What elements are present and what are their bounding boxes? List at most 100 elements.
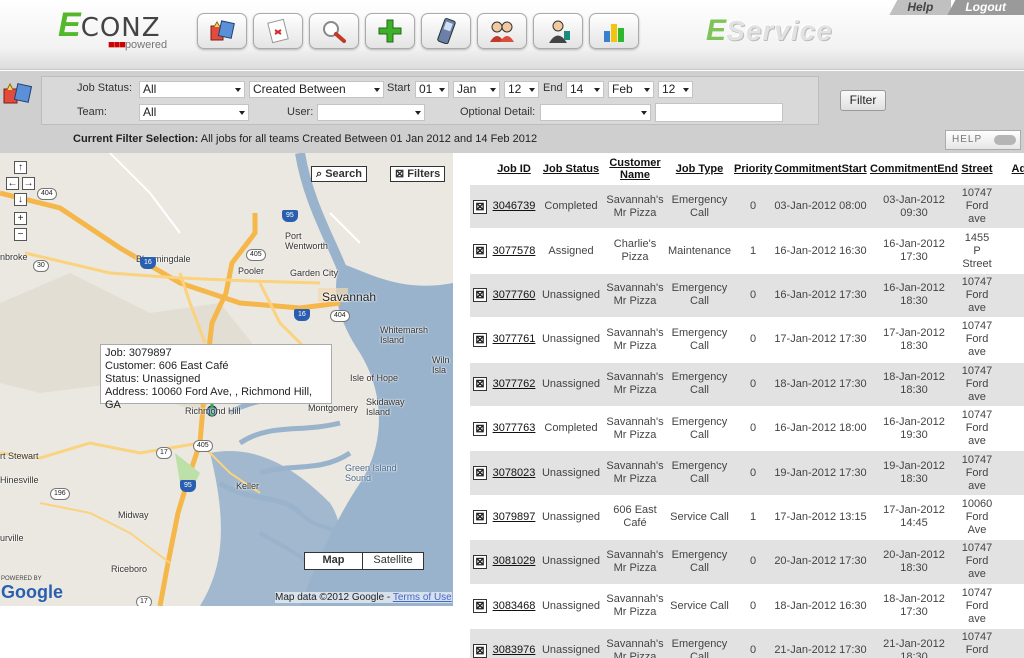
expand-icon[interactable]: ⊠ <box>473 599 487 614</box>
row-select-cell[interactable]: ⊠ <box>470 584 490 629</box>
add-job-button[interactable] <box>365 13 415 49</box>
table-row[interactable]: ⊠ 3079897 Unassigned 606 East Café Service C… <box>470 495 1024 541</box>
table-row[interactable]: ⊠ 3046739 Completed Savannah's Mr Pizza Emer… <box>470 185 1024 230</box>
help-toggle-button[interactable]: HELP <box>945 130 1021 150</box>
zoom-in-button[interactable]: + <box>14 212 27 225</box>
pan-down-button[interactable]: ↓ <box>14 193 27 206</box>
job-id-link[interactable]: 3046739 <box>490 185 538 230</box>
user-button[interactable] <box>533 13 583 49</box>
col-header[interactable]: Priority <box>733 153 773 185</box>
help-link[interactable]: Help <box>889 0 952 15</box>
expand-icon[interactable]: ⊠ <box>473 288 487 303</box>
expand-icon[interactable]: ⊠ <box>473 643 487 658</box>
end-month-select[interactable]: Feb <box>608 81 654 98</box>
col-header[interactable]: CommitmentStart <box>773 153 868 185</box>
col-header[interactable]: Street <box>960 153 994 185</box>
jobs-button[interactable] <box>253 13 303 49</box>
table-row[interactable]: ⊠ 3077578 Assigned Charlie's Pizza Maintenan… <box>470 229 1024 274</box>
table-row[interactable]: ⊠ 3077763 Completed Savannah's Mr Pizza Emer… <box>470 406 1024 452</box>
search-button[interactable] <box>309 13 359 49</box>
cell-priority: 1 <box>733 229 773 274</box>
team-label: Team: <box>77 106 107 118</box>
job-id-link[interactable]: 3077760 <box>490 273 538 319</box>
row-select-cell[interactable]: ⊠ <box>470 362 490 407</box>
job-id-link[interactable]: 3077762 <box>490 362 538 407</box>
job-id-link[interactable]: 3077763 <box>490 406 538 452</box>
dispatch-button[interactable] <box>197 13 247 49</box>
col-header[interactable]: Job Status <box>538 153 604 185</box>
mobile-icon <box>437 18 456 44</box>
expand-icon[interactable]: ⊠ <box>473 244 487 259</box>
start-year-select[interactable]: 12 <box>504 81 539 98</box>
map-type-map-button[interactable]: Map <box>305 553 363 569</box>
start-day-select[interactable]: 01 <box>415 81 449 98</box>
date-mode-select[interactable]: Created Between <box>249 81 384 98</box>
route-shield: 405 <box>193 440 213 452</box>
cell-addr2: #7 <box>994 451 1024 496</box>
map-type-satellite-button[interactable]: Satellite <box>363 553 423 569</box>
job-id-link[interactable]: 3083976 <box>490 628 538 658</box>
table-row[interactable]: ⊠ 3077761 Unassigned Savannah's Mr Pizza Eme… <box>470 318 1024 363</box>
pan-up-button[interactable]: ↑ <box>14 161 27 174</box>
expand-icon[interactable]: ⊠ <box>473 332 487 347</box>
reports-button[interactable] <box>589 13 639 49</box>
expand-icon[interactable]: ⊠ <box>473 199 487 214</box>
pan-left-button[interactable]: ← <box>6 177 19 190</box>
col-header[interactable]: CommitmentEnd <box>868 153 960 185</box>
team-button[interactable] <box>477 13 527 49</box>
job-id-link[interactable]: 3077578 <box>490 229 538 274</box>
row-select-cell[interactable]: ⊠ <box>470 185 490 230</box>
table-row[interactable]: ⊠ 3083468 Unassigned Savannah's Mr Pizza Ser… <box>470 584 1024 629</box>
map-filters-button[interactable]: ⊠ Filters <box>390 166 446 182</box>
job-status-select[interactable]: All <box>139 81 245 98</box>
pan-right-button[interactable]: → <box>22 177 35 190</box>
job-id-link[interactable]: 3077761 <box>490 318 538 363</box>
row-select-cell[interactable]: ⊠ <box>470 229 490 274</box>
expand-icon[interactable]: ⊠ <box>473 466 487 481</box>
cell-status: Completed <box>538 185 604 230</box>
optional-detail-input[interactable] <box>655 103 783 122</box>
start-month-select[interactable]: Jan <box>453 81 500 98</box>
add-icon <box>378 19 402 43</box>
table-row[interactable]: ⊠ 3077762 Unassigned Savannah's Mr Pizza Eme… <box>470 362 1024 407</box>
job-id-link[interactable]: 3083468 <box>490 584 538 629</box>
zoom-out-button[interactable]: − <box>14 228 27 241</box>
filter-button[interactable]: Filter <box>840 90 886 111</box>
table-row[interactable]: ⊠ 3077760 Unassigned Savannah's Mr Pizza Eme… <box>470 273 1024 319</box>
optional-detail-select[interactable] <box>540 104 651 121</box>
mobile-button[interactable] <box>421 13 471 49</box>
expand-icon[interactable]: ⊠ <box>473 421 487 436</box>
row-select-cell[interactable]: ⊠ <box>470 406 490 452</box>
logout-link[interactable]: Logout <box>947 0 1024 15</box>
jobs-map[interactable]: Savannah Port Wentworth Bloomingdale Poo… <box>0 153 453 606</box>
team-select[interactable]: All <box>139 104 249 121</box>
row-select-cell[interactable]: ⊠ <box>470 628 490 658</box>
job-id-link[interactable]: 3079897 <box>490 495 538 541</box>
expand-icon[interactable]: ⊠ <box>473 377 487 392</box>
user-select[interactable] <box>317 104 425 121</box>
jobs-icon <box>267 18 289 44</box>
row-select-cell[interactable]: ⊠ <box>470 451 490 496</box>
cell-type: Emergency Call <box>666 273 733 319</box>
col-header[interactable]: Addre 2 <box>994 153 1024 185</box>
job-id-link[interactable]: 3078023 <box>490 451 538 496</box>
row-select-cell[interactable]: ⊠ <box>470 540 490 585</box>
col-header[interactable]: Job Type <box>666 153 733 185</box>
row-select-cell[interactable]: ⊠ <box>470 318 490 363</box>
end-year-select[interactable]: 12 <box>658 81 693 98</box>
col-header[interactable]: Customer Name <box>604 153 666 185</box>
expand-icon[interactable]: ⊠ <box>473 554 487 569</box>
end-day-select[interactable]: 14 <box>566 81 604 98</box>
terms-of-use-link[interactable]: Terms of Use <box>393 592 452 603</box>
row-select-cell[interactable]: ⊠ <box>470 273 490 319</box>
map-search-button[interactable]: ⌕ Search <box>311 166 367 182</box>
job-id-link[interactable]: 3081029 <box>490 540 538 585</box>
col-header[interactable]: Job ID <box>490 153 538 185</box>
table-row[interactable]: ⊠ 3083976 Unassigned Savannah's Mr Pizza Eme… <box>470 628 1024 658</box>
table-row[interactable]: ⊠ 3078023 Unassigned Savannah's Mr Pizza Eme… <box>470 451 1024 496</box>
table-row[interactable]: ⊠ 3081029 Unassigned Savannah's Mr Pizza Eme… <box>470 540 1024 585</box>
row-select-cell[interactable]: ⊠ <box>470 495 490 541</box>
expand-icon[interactable]: ⊠ <box>473 510 487 525</box>
main-toolbar <box>197 13 639 49</box>
cell-start: 16-Jan-2012 17:30 <box>773 273 868 319</box>
